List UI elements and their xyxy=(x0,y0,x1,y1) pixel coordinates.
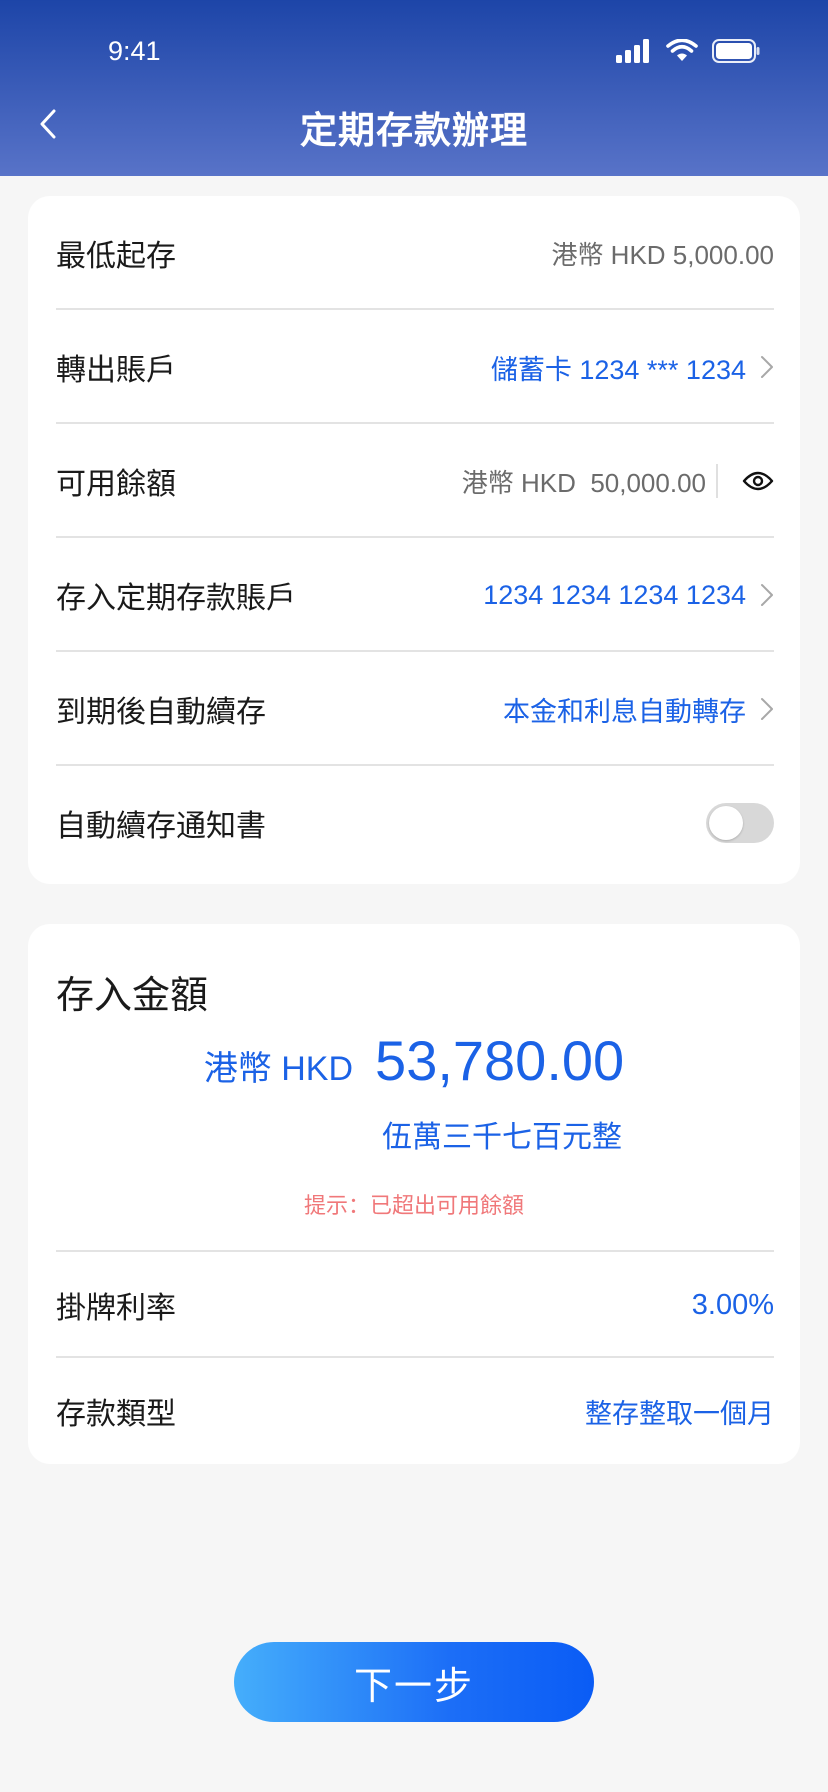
chevron-right-icon xyxy=(761,698,773,720)
available-balance-right: 港幣 HKD 50,000.00 xyxy=(462,463,774,500)
amount-hint: 提示：已超出可用餘額 xyxy=(303,1193,524,1218)
auto-renew-row[interactable]: 到期後自動續存 本金和利息自動轉存 xyxy=(56,652,774,766)
deposit-account-row[interactable]: 存入定期存款賬戶 1234 1234 1234 1234 xyxy=(56,538,774,652)
renewal-notice-label: 自動續存通知書 xyxy=(56,810,266,843)
wifi-icon xyxy=(666,39,698,61)
deposit-type-row: 存款類型 整存整取一個月 xyxy=(56,1356,774,1464)
renewal-notice-row: 自動續存通知書 xyxy=(56,766,774,880)
available-balance-row: 可用餘額 港幣 HKD 50,000.00 xyxy=(56,424,774,538)
amount-line[interactable]: 港幣 HKD 53,780.00 xyxy=(28,1028,800,1093)
amount-currency: 港幣 HKD xyxy=(203,1050,354,1088)
deposit-account-value: 1234 1234 1234 1234 xyxy=(483,579,746,610)
min-deposit-label: 最低起存 xyxy=(56,240,176,273)
transfer-account-row[interactable]: 轉出賬戶 儲蓄卡 1234 *** 1234 xyxy=(56,310,774,424)
available-balance-value: 港幣 HKD 50,000.00 xyxy=(461,467,706,498)
auto-renew-right: 本金和利息自動轉存 xyxy=(503,690,774,729)
min-deposit-value: 港幣 HKD 5,000.00 xyxy=(551,239,774,270)
amount-value: 53,780.00 xyxy=(375,1029,625,1092)
details-card: 最低起存 港幣 HKD 5,000.00 轉出賬戶 儲蓄卡 1234 *** 1… xyxy=(28,196,800,884)
transfer-account-right: 儲蓄卡 1234 *** 1234 xyxy=(491,348,774,387)
renewal-notice-toggle[interactable] xyxy=(706,803,774,843)
status-time: 9:41 xyxy=(108,36,161,66)
auto-renew-label: 到期後自動續存 xyxy=(56,696,266,729)
app-header: 9:41 定期存款辦理 xyxy=(0,0,828,176)
battery-icon xyxy=(712,39,760,63)
transfer-account-label: 轉出賬戶 xyxy=(56,354,176,387)
eye-icon xyxy=(742,471,774,491)
amount-title: 存入金額 xyxy=(56,975,209,1017)
available-balance-label: 可用餘額 xyxy=(56,468,176,501)
rate-row: 掛牌利率 3.00% xyxy=(56,1250,774,1358)
chevron-right-icon xyxy=(761,356,773,378)
deposit-type-label: 存款類型 xyxy=(56,1398,176,1431)
deposit-type-value: 整存整取一個月 xyxy=(585,1398,774,1429)
chevron-right-icon xyxy=(761,584,773,606)
divider xyxy=(716,464,718,498)
deposit-account-right: 1234 1234 1234 1234 xyxy=(483,580,774,611)
status-icons xyxy=(616,36,760,66)
deposit-account-label: 存入定期存款賬戶 xyxy=(56,582,296,615)
amount-in-words: 伍萬三千七百元整 xyxy=(382,1121,622,1154)
auto-renew-value: 本金和利息自動轉存 xyxy=(503,696,746,727)
next-step-button[interactable]: 下一步 xyxy=(234,1642,594,1722)
page-title: 定期存款辦理 xyxy=(300,110,528,151)
min-deposit-row: 最低起存 港幣 HKD 5,000.00 xyxy=(56,196,774,310)
eye-toggle-button[interactable] xyxy=(730,470,774,492)
rate-label: 掛牌利率 xyxy=(56,1292,176,1325)
transfer-account-value: 儲蓄卡 1234 *** 1234 xyxy=(490,354,746,385)
rate-value: 3.00% xyxy=(691,1288,774,1321)
amount-card: 存入金額 港幣 HKD 53,780.00 伍萬三千七百元整 提示：已超出可用餘… xyxy=(28,924,800,1464)
signal-icon xyxy=(616,39,649,63)
toggle-knob xyxy=(709,806,743,840)
